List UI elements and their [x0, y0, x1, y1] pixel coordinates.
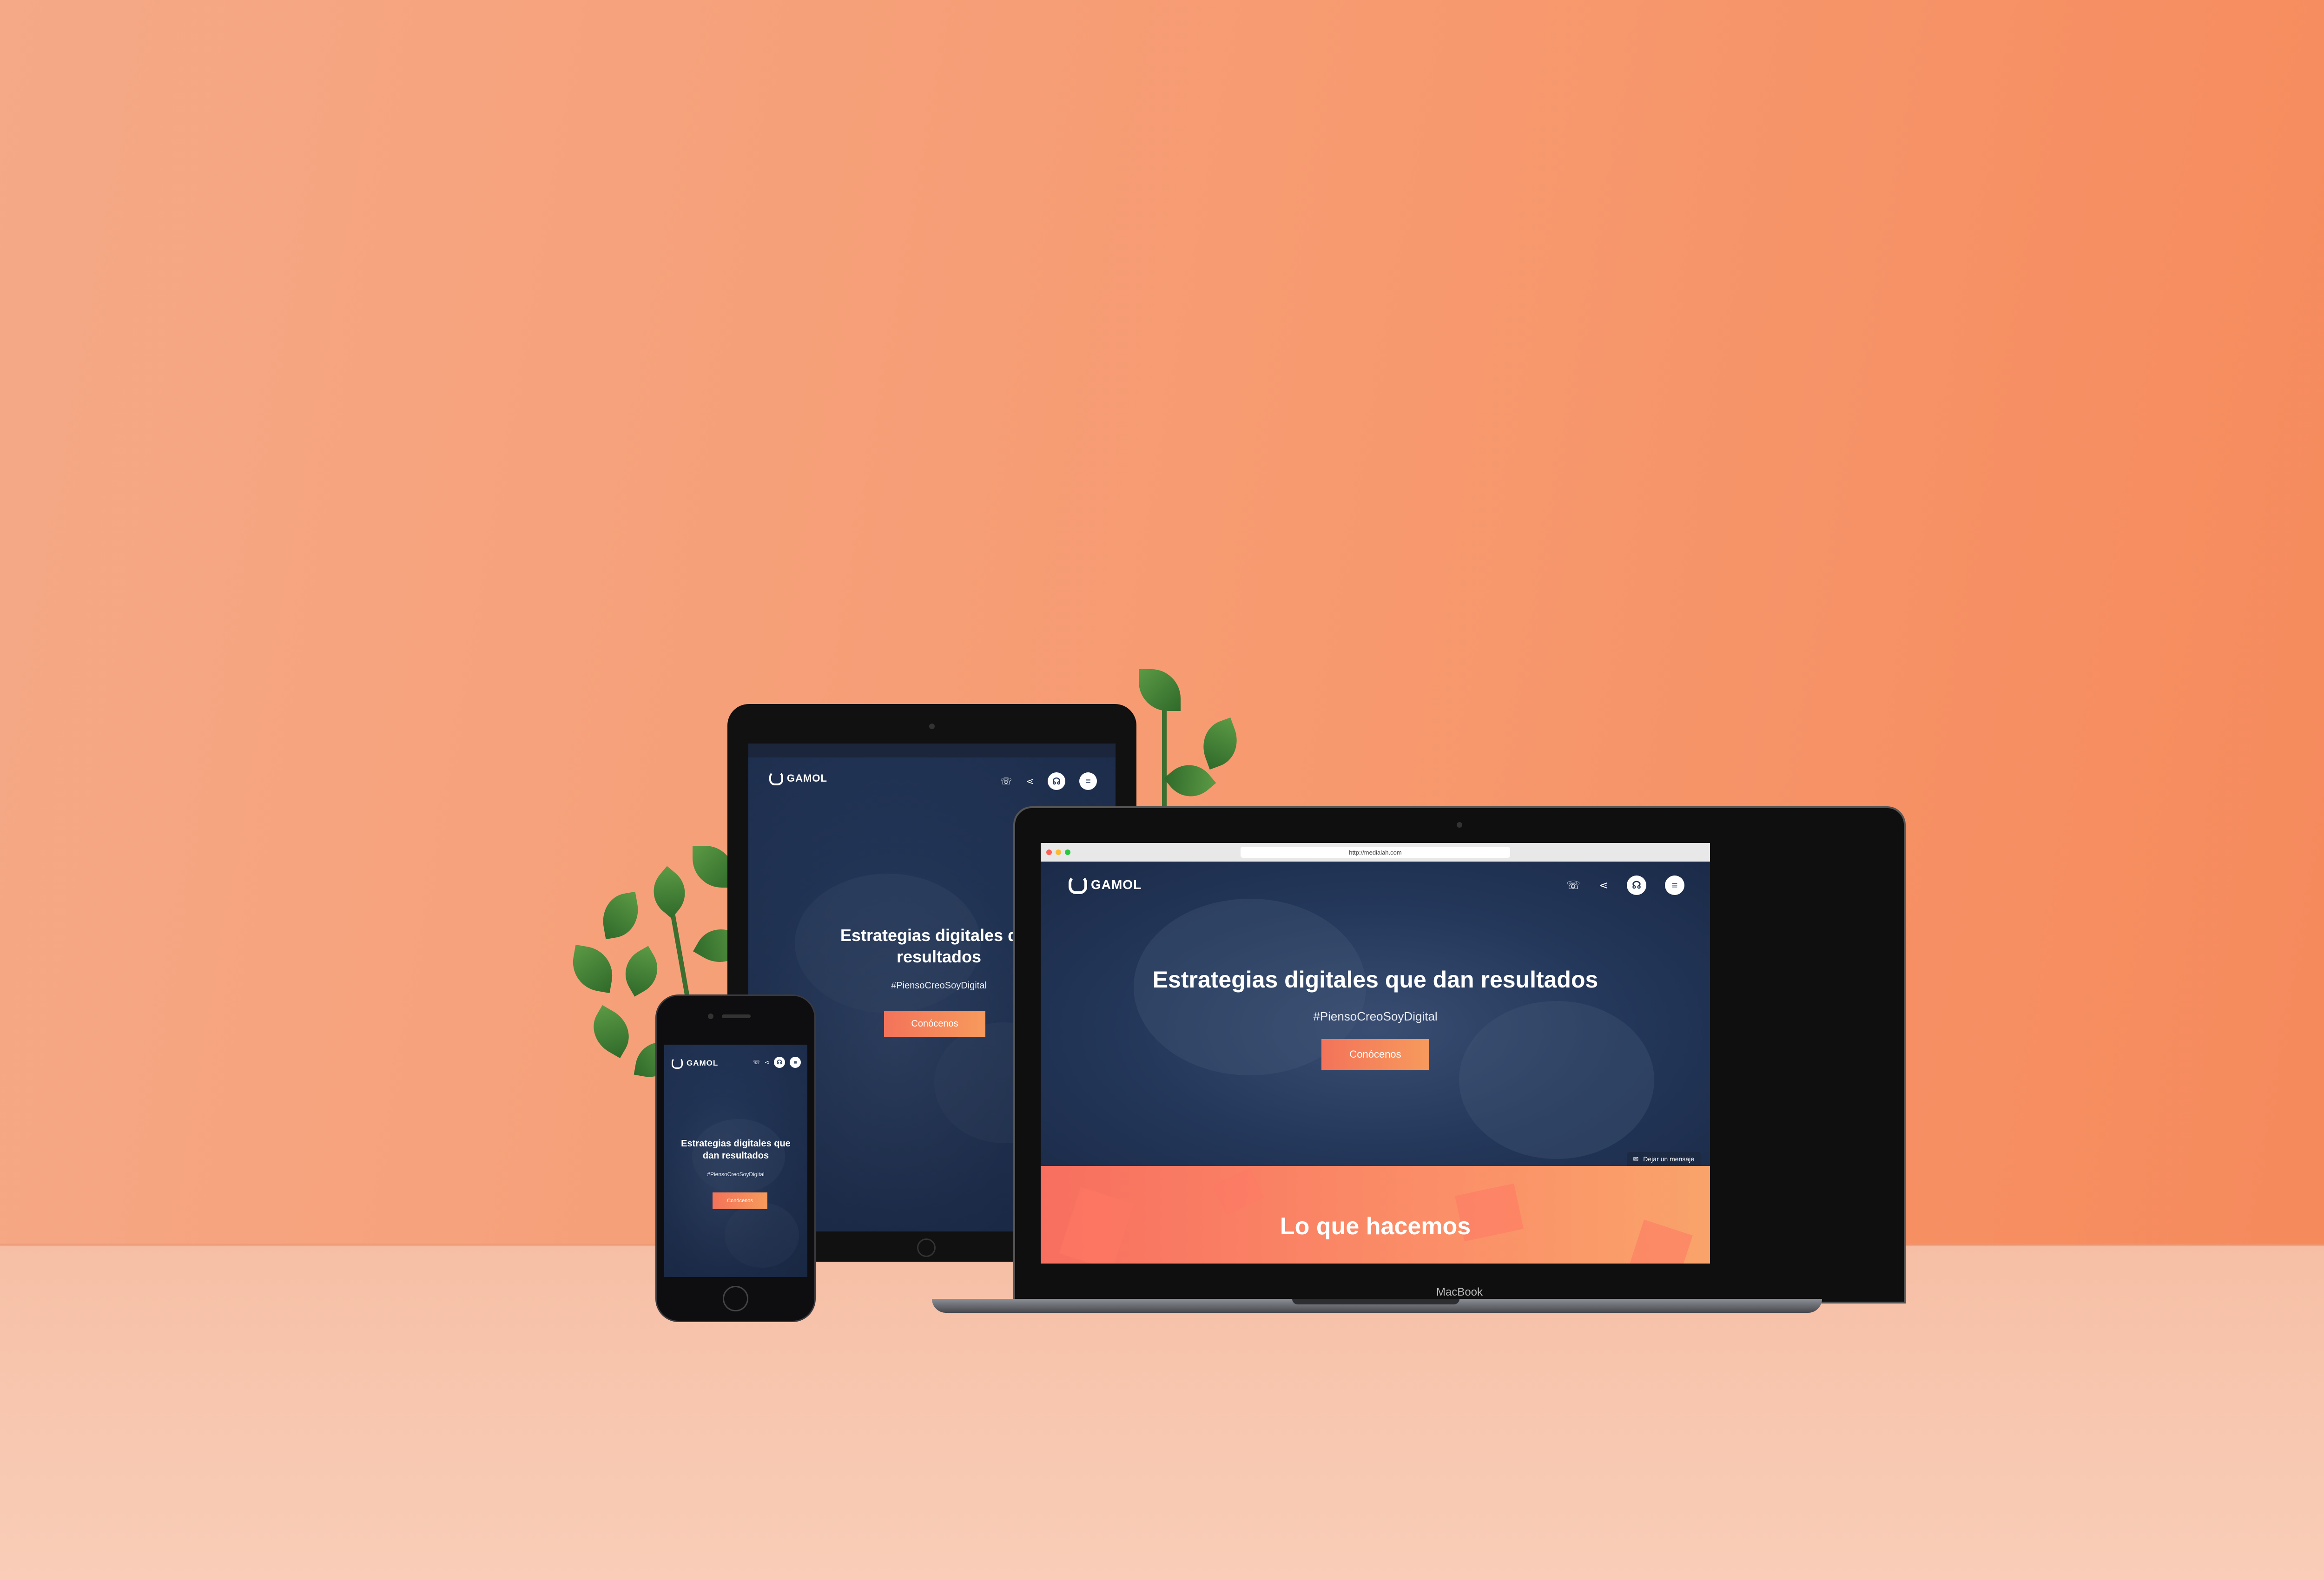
phone-nav: ☏ ⋖ ☊ ≡ [753, 1057, 801, 1068]
menu-icon[interactable]: ≡ [790, 1057, 801, 1068]
laptop-logo[interactable]: GAMOL [1069, 876, 1142, 894]
phone-icon[interactable]: ☏ [1566, 879, 1580, 892]
phone-device: GAMOL ☏ ⋖ ☊ ≡ Estrategias digitales que … [655, 994, 816, 1322]
phone-hashtag: #PiensoCreoSoyDigital [707, 1171, 765, 1178]
tablet-nav: ☏ ⋖ ☊ ≡ [1000, 772, 1097, 790]
phone-headline-line2: dan resultados [702, 1151, 769, 1161]
laptop-screen: http://medialah.com GAMOL ☏ ⋖ ☊ ≡ Estrat… [1041, 843, 1710, 1264]
headset-icon[interactable]: ☊ [1627, 876, 1646, 895]
address-bar[interactable]: http://medialah.com [1241, 847, 1510, 858]
tablet-camera [929, 724, 935, 729]
phone-screen: GAMOL ☏ ⋖ ☊ ≡ Estrategias digitales que … [664, 1045, 807, 1277]
laptop-nav: ☏ ⋖ ☊ ≡ [1566, 876, 1684, 895]
minimize-dot-icon[interactable] [1056, 849, 1061, 855]
laptop-notch [1292, 1299, 1459, 1304]
phone-icon[interactable]: ☏ [1000, 776, 1012, 787]
menu-icon[interactable]: ≡ [1665, 876, 1684, 895]
phone-speaker [722, 1014, 751, 1018]
phone-headline: Estrategias digitales que dan resultados [664, 1138, 807, 1162]
menu-icon[interactable]: ≡ [1079, 772, 1097, 790]
share-icon[interactable]: ⋖ [1599, 879, 1608, 892]
tablet-cta-button[interactable]: Conócenos [884, 1011, 985, 1037]
laptop-camera [1457, 822, 1462, 828]
phone-logo[interactable]: GAMOL [672, 1058, 718, 1069]
chat-widget-label: Dejar un mensaje [1643, 1155, 1694, 1163]
chat-widget[interactable]: ✉ Dejar un mensaje [1626, 1152, 1701, 1166]
logo-icon [769, 771, 783, 785]
close-dot-icon[interactable] [1046, 849, 1052, 855]
logo-text: GAMOL [687, 1059, 719, 1067]
laptop-device: http://medialah.com GAMOL ☏ ⋖ ☊ ≡ Estrat… [1013, 806, 1906, 1304]
address-bar-url: http://medialah.com [1349, 849, 1402, 856]
phone-home-button[interactable] [723, 1286, 748, 1311]
laptop-hashtag: #PiensoCreoSoyDigital [1313, 1009, 1438, 1023]
browser-toolbar: http://medialah.com [1041, 843, 1710, 862]
section-title: Lo que hacemos [1280, 1213, 1471, 1240]
tablet-home-button[interactable] [917, 1238, 936, 1257]
phone-cta-button[interactable]: Conócenos [713, 1192, 767, 1209]
mail-icon: ✉ [1633, 1155, 1639, 1163]
laptop-headline: Estrategias digitales que dan resultados [1152, 967, 1598, 993]
logo-icon [1069, 876, 1087, 894]
phone-camera [708, 1014, 713, 1019]
headset-icon[interactable]: ☊ [1048, 772, 1065, 790]
laptop-section-services: Lo que hacemos [1041, 1166, 1710, 1264]
share-icon[interactable]: ⋖ [765, 1059, 769, 1066]
tablet-logo[interactable]: GAMOL [769, 771, 827, 785]
share-icon[interactable]: ⋖ [1026, 776, 1034, 787]
maximize-dot-icon[interactable] [1065, 849, 1070, 855]
phone-icon[interactable]: ☏ [753, 1059, 760, 1066]
laptop-base [932, 1299, 1822, 1313]
logo-text: GAMOL [787, 772, 827, 784]
laptop-label: MacBook [1436, 1286, 1483, 1298]
laptop-cta-button[interactable]: Conócenos [1321, 1039, 1429, 1070]
laptop-hero: GAMOL ☏ ⋖ ☊ ≡ Estrategias digitales que … [1041, 862, 1710, 1166]
logo-icon [672, 1058, 683, 1069]
phone-headline-line1: Estrategias digitales que [681, 1139, 791, 1149]
headset-icon[interactable]: ☊ [774, 1057, 785, 1068]
logo-text: GAMOL [1091, 877, 1142, 892]
